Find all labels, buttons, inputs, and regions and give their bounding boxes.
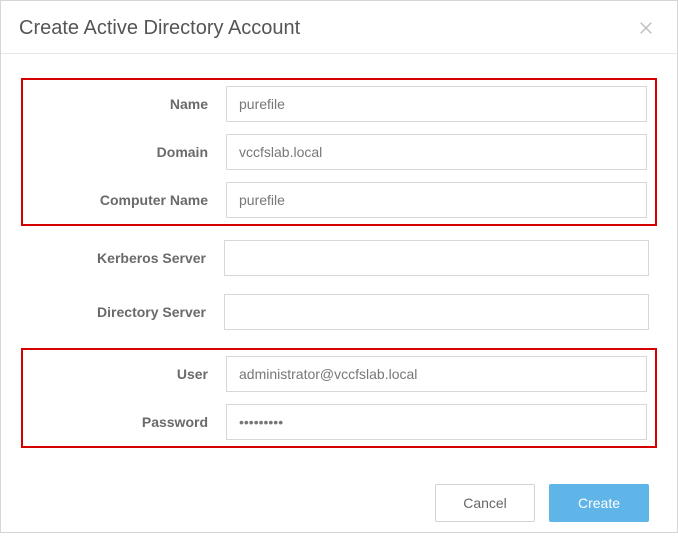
user-input[interactable] [226,356,647,392]
label-directory: Directory Server [29,304,224,320]
label-domain: Domain [31,144,226,160]
name-input[interactable] [226,86,647,122]
highlight-group-bottom: User Password [21,348,657,448]
close-icon [637,25,655,40]
label-computer-name: Computer Name [31,192,226,208]
close-button[interactable] [633,15,659,41]
row-computer-name: Computer Name [31,182,647,218]
row-domain: Domain [31,134,647,170]
dialog-footer: Cancel Create [1,472,677,544]
label-password: Password [31,414,226,430]
row-kerberos: Kerberos Server [29,240,649,276]
create-ad-account-dialog: Create Active Directory Account Name Dom… [0,0,678,533]
row-directory: Directory Server [29,294,649,330]
directory-server-input[interactable] [224,294,649,330]
highlight-group-top: Name Domain Computer Name [21,78,657,226]
password-input[interactable] [226,404,647,440]
row-password: Password [31,404,647,440]
row-name: Name [31,86,647,122]
label-user: User [31,366,226,382]
dialog-header: Create Active Directory Account [1,1,677,54]
row-user: User [31,356,647,392]
cancel-button[interactable]: Cancel [435,484,535,522]
domain-input[interactable] [226,134,647,170]
dialog-body: Name Domain Computer Name Kerberos Serve… [1,54,677,472]
label-kerberos: Kerberos Server [29,250,224,266]
label-name: Name [31,96,226,112]
create-button[interactable]: Create [549,484,649,522]
kerberos-server-input[interactable] [224,240,649,276]
dialog-title: Create Active Directory Account [19,17,300,40]
computer-name-input[interactable] [226,182,647,218]
